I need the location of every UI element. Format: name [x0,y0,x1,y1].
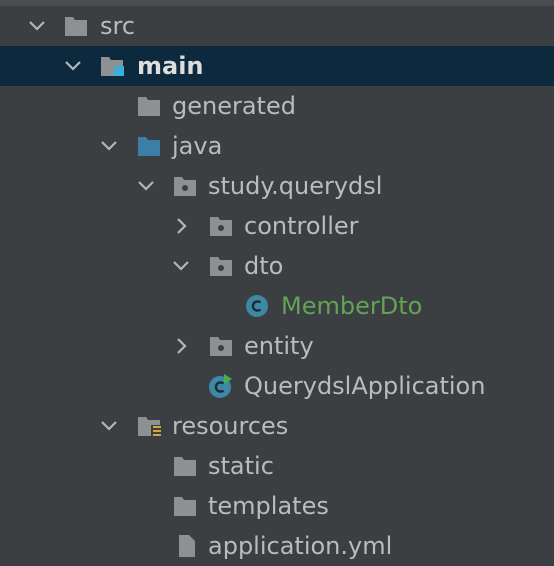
tree-item-querydsl-application[interactable]: QuerydslApplication [0,366,554,406]
source-folder-icon [137,134,161,158]
folder-icon [173,454,197,478]
project-tree[interactable]: src main generated java study.querydsl c… [0,6,554,566]
tree-item-generated[interactable]: generated [0,86,554,126]
tree-item-label: templates [208,492,329,520]
tree-item-main[interactable]: main [0,46,554,86]
tree-item-label: MemberDto [281,292,423,320]
chevron-down-icon[interactable] [99,136,119,156]
resources-folder-icon [137,414,161,438]
tree-item-dto[interactable]: dto [0,246,554,286]
tree-item-resources[interactable]: resources [0,406,554,446]
tree-item-package[interactable]: study.querydsl [0,166,554,206]
tree-item-label: controller [244,212,359,240]
tree-item-static[interactable]: static [0,446,554,486]
package-icon [209,254,233,278]
yaml-file-icon [173,534,197,558]
folder-icon [137,94,161,118]
class-icon [245,294,269,318]
chevron-down-icon[interactable] [27,16,47,36]
chevron-right-icon[interactable] [171,216,191,236]
chevron-down-icon[interactable] [136,176,156,196]
tree-item-label: study.querydsl [208,172,383,200]
chevron-down-icon[interactable] [99,416,119,436]
folder-icon [64,14,88,38]
tree-item-templates[interactable]: templates [0,486,554,526]
tree-item-label: dto [244,252,284,280]
chevron-down-icon[interactable] [171,256,191,276]
spring-boot-class-icon [208,374,232,398]
chevron-down-icon[interactable] [63,56,83,76]
tree-item-java[interactable]: java [0,126,554,166]
tree-item-member-dto[interactable]: MemberDto [0,286,554,326]
tree-item-label: application.yml [208,532,393,560]
tree-item-label: resources [172,412,289,440]
package-icon [173,174,197,198]
tree-item-label: generated [172,92,296,120]
tree-item-label: main [137,52,204,80]
tree-item-application-yml[interactable]: application.yml [0,526,554,566]
tree-item-src[interactable]: src [0,6,554,46]
folder-icon [173,494,197,518]
tree-item-label: java [172,132,223,160]
tree-item-entity[interactable]: entity [0,326,554,366]
tree-item-label: entity [244,332,314,360]
package-icon [209,334,233,358]
tree-item-controller[interactable]: controller [0,206,554,246]
package-icon [209,214,233,238]
tree-item-label: QuerydslApplication [244,372,486,400]
module-folder-icon [100,54,124,78]
tree-item-label: static [208,452,274,480]
tree-item-label: src [100,12,136,40]
chevron-right-icon[interactable] [171,336,191,356]
